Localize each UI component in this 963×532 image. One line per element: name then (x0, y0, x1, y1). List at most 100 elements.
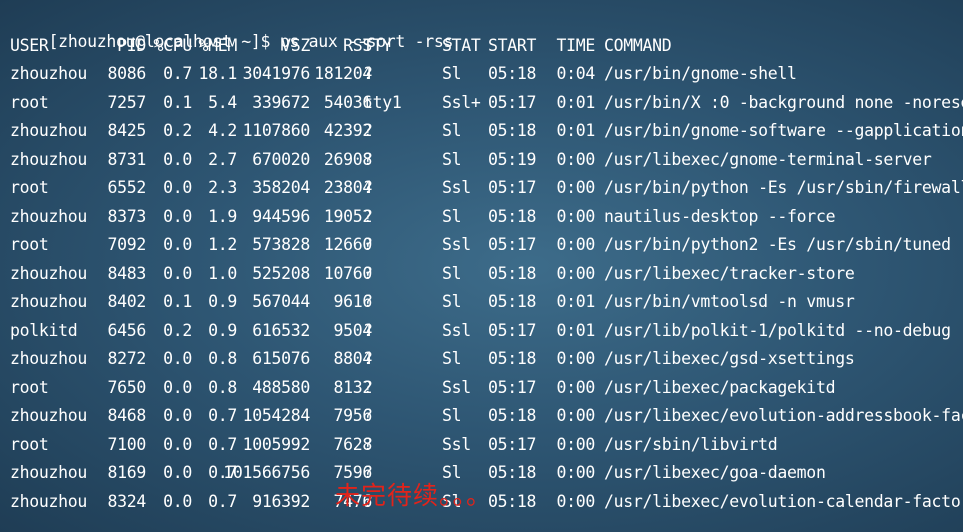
cell-start: 05:18 (488, 121, 537, 140)
cell-start: 05:17 (488, 178, 537, 197)
cell-user: root (10, 178, 49, 197)
cell-tty: ? (363, 292, 373, 311)
cell-pid: 7092 (107, 235, 146, 254)
cell-mem: 0.7 (208, 406, 237, 425)
cell-pid: 8272 (107, 349, 146, 368)
cell-time: 0:00 (556, 434, 595, 454)
cell-stat: Ssl (442, 434, 471, 454)
cell-start: 05:18 (488, 491, 537, 511)
cell-time: 0:04 (556, 64, 595, 83)
cell-command: /usr/libexec/tracker-store (604, 263, 855, 283)
header-vsz: VSZ (281, 36, 310, 55)
cell-stat: Sl (442, 206, 462, 226)
cell-start: 05:17 (488, 320, 537, 340)
watermark-text: 未完待续。。。 (335, 481, 493, 510)
header-command: COMMAND (604, 36, 672, 55)
cell-user: zhouzhou (10, 491, 88, 511)
cell-cpu: 0.0 (163, 178, 192, 197)
cell-mem: 1.2 (208, 235, 237, 254)
cell-vsz: 944596 (252, 206, 310, 226)
cell-stat: Ssl (442, 178, 471, 197)
cell-command: /usr/bin/vmtoolsd -n vmusr (604, 292, 855, 311)
cell-cpu: 0.0 (163, 463, 192, 482)
cell-user: zhouzhou (10, 292, 88, 311)
cell-pid: 8425 (107, 121, 146, 140)
cell-tty: ? (363, 349, 373, 368)
cell-pid: 6552 (107, 178, 146, 197)
command-line: [zhouzhou@localhost ~]$ ps aux --sort -r… (10, 6, 454, 51)
cell-stat: Ssl (442, 320, 471, 340)
cell-command: /usr/bin/python2 -Es /usr/sbin/tuned -l (604, 235, 963, 254)
cell-time: 0:00 (556, 178, 595, 197)
cell-command: nautilus-desktop --force (604, 206, 836, 226)
cell-vsz: 567044 (252, 292, 310, 311)
cell-time: 0:00 (556, 491, 595, 511)
terminal-window[interactable]: [zhouzhou@localhost ~]$ ps aux --sort -r… (0, 0, 963, 532)
cell-pid: 8086 (107, 64, 146, 83)
cell-pid: 8402 (107, 292, 146, 311)
cell-cpu: 0.0 (163, 491, 192, 511)
cell-user: polkitd (10, 320, 78, 340)
cell-stat: Ssl+ (442, 92, 481, 112)
cell-command: /usr/libexec/goa-daemon (604, 463, 826, 482)
cell-user: root (10, 377, 49, 397)
cell-time: 0:00 (556, 377, 595, 397)
cell-tty: ? (363, 206, 373, 226)
cell-time: 0:01 (556, 292, 595, 311)
cell-tty: tty1 (363, 92, 402, 112)
cell-time: 0:00 (556, 263, 595, 283)
cell-time: 0:00 (556, 463, 595, 482)
cell-cpu: 0.1 (163, 92, 192, 112)
cell-user: root (10, 92, 49, 112)
cell-tty: ? (363, 320, 373, 340)
cell-tty: ? (363, 406, 373, 425)
cell-pid: 7650 (107, 377, 146, 397)
cell-cpu: 0.0 (163, 377, 192, 397)
cell-stat: Sl (442, 349, 462, 368)
header-user: USER (10, 36, 49, 55)
cell-time: 0:00 (556, 149, 595, 169)
cell-pid: 7257 (107, 92, 146, 112)
cell-cpu: 0.2 (163, 320, 192, 340)
cell-stat: Ssl (442, 377, 471, 397)
cell-vsz: 670020 (252, 149, 310, 169)
cell-mem: 0.7 (208, 491, 237, 511)
cell-user: zhouzhou (10, 149, 88, 169)
cell-command: /usr/libexec/evolution-calendar-factory (604, 491, 963, 511)
cell-cpu: 0.2 (163, 121, 192, 140)
cell-mem: 2.7 (208, 149, 237, 169)
header-tty: TTY (363, 36, 392, 55)
cell-vsz: 616532 (252, 320, 310, 340)
cell-time: 0:01 (556, 121, 595, 140)
cell-vsz: 615076 (252, 349, 310, 368)
header-pid: PID (117, 36, 146, 55)
cell-user: zhouzhou (10, 64, 88, 83)
cell-time: 0:00 (556, 206, 595, 226)
cell-start: 05:19 (488, 149, 537, 169)
cell-start: 05:17 (488, 92, 537, 112)
cell-tty: ? (363, 235, 373, 254)
cell-time: 0:00 (556, 349, 595, 368)
cell-pid: 8169 (107, 463, 146, 482)
cell-tty: ? (363, 434, 373, 454)
cell-vsz: 339672 (252, 92, 310, 112)
cell-mem: 1.0 (208, 263, 237, 283)
cell-time: 0:01 (556, 320, 595, 340)
cell-stat: Ssl (442, 235, 471, 254)
cell-mem: 2.3 (208, 178, 237, 197)
cell-command: /usr/libexec/gnome-terminal-server (604, 149, 932, 169)
cell-cpu: 0.7 (163, 64, 192, 83)
cell-mem: 0.7 (208, 434, 237, 454)
cell-vsz: 101566756 (223, 463, 310, 482)
header-time: TIME (556, 36, 595, 55)
cell-vsz: 573828 (252, 235, 310, 254)
cell-vsz: 916392 (252, 491, 310, 511)
cell-pid: 7100 (107, 434, 146, 454)
cell-time: 0:01 (556, 92, 595, 112)
header-start: START (488, 36, 537, 55)
cell-start: 05:17 (488, 235, 537, 254)
cell-tty: ? (363, 178, 373, 197)
cell-user: zhouzhou (10, 406, 88, 425)
cell-cpu: 0.1 (163, 292, 192, 311)
cell-user: root (10, 235, 49, 254)
